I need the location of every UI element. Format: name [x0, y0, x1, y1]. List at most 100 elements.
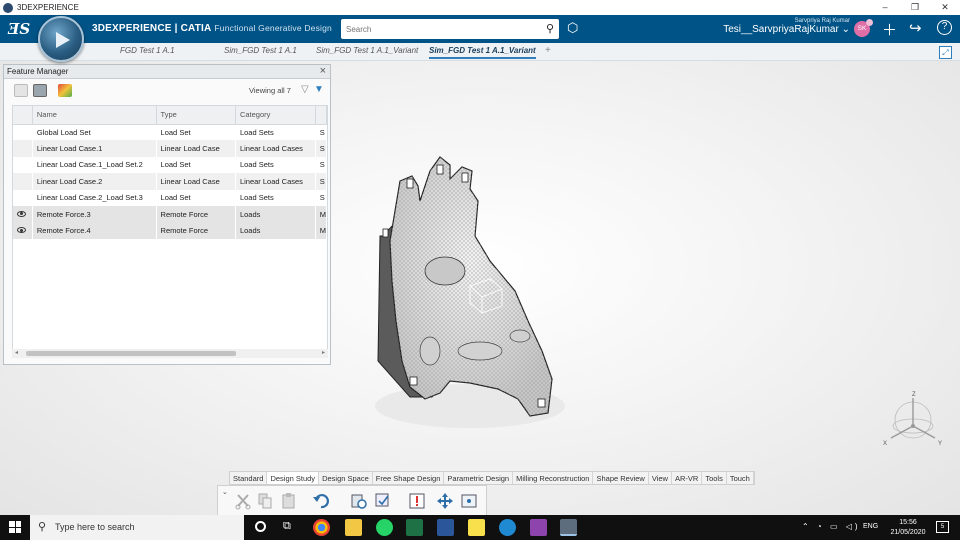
tab-fgd-test[interactable]: FGD Test 1 A.1: [120, 46, 175, 55]
model-filter-icon[interactable]: [14, 84, 28, 97]
visibility-cell[interactable]: [13, 124, 33, 141]
column-header-type[interactable]: Type: [156, 106, 236, 125]
category-cell: Load Sets: [235, 189, 316, 206]
table-row[interactable]: Linear Load Case.1_Load Set.2 Load Set Loa…: [13, 156, 327, 174]
copy-icon[interactable]: [256, 492, 274, 510]
chrome-icon[interactable]: [313, 519, 330, 536]
horizontal-scrollbar[interactable]: ◂ ▸: [12, 349, 328, 358]
search-box[interactable]: ⚲: [341, 19, 559, 39]
excel-icon[interactable]: [406, 519, 423, 536]
avatar[interactable]: SK: [854, 19, 873, 37]
section-tab-standard[interactable]: Standard: [230, 472, 268, 484]
feature-table: Name Type Category Global Load Set Load S…: [12, 105, 328, 353]
windows-start-icon[interactable]: [9, 521, 21, 533]
close-icon[interactable]: ×: [320, 65, 326, 77]
table-row[interactable]: Remote Force.3 Remote Force Loads M: [13, 205, 327, 223]
table-row[interactable]: Linear Load Case.2 Linear Load Case Linear…: [13, 173, 327, 190]
paste-icon[interactable]: [280, 492, 298, 510]
dassault-logo-icon[interactable]: ƎS: [8, 20, 30, 38]
close-button[interactable]: ✕: [930, 0, 960, 15]
table-row[interactable]: Linear Load Case.1 Linear Load Case Linear…: [13, 140, 327, 157]
table-row[interactable]: Remote Force.4 Remote Force Loads M: [13, 222, 327, 239]
file-explorer-icon[interactable]: [345, 519, 362, 536]
tab-sim-fgd-variant-active[interactable]: Sim_FGD Test 1 A.1_Variant: [429, 46, 536, 59]
section-tab-parametric-design[interactable]: Parametric Design: [444, 472, 514, 484]
section-tab-shape-review[interactable]: Shape Review: [593, 472, 649, 484]
scrollbar-thumb[interactable]: [26, 351, 236, 356]
user-info[interactable]: Sarvpriya Raj Kumar Tesi__SarvpriyaRajKu…: [723, 18, 850, 35]
visibility-cell[interactable]: [13, 205, 33, 223]
compass-icon[interactable]: [38, 16, 84, 62]
fullscreen-icon[interactable]: ⤢: [939, 46, 952, 59]
tab-sim-fgd-test[interactable]: Sim_FGD Test 1 A.1: [224, 46, 297, 55]
validation-icon[interactable]: [408, 492, 426, 510]
frame-icon[interactable]: [460, 492, 478, 510]
search-input[interactable]: [341, 19, 531, 39]
mesh-check-icon[interactable]: [374, 492, 392, 510]
taskbar-search[interactable]: ⚲ Type here to search: [30, 515, 244, 540]
table-header-row: Name Type Category: [13, 106, 327, 125]
restore-button[interactable]: ❐: [900, 0, 930, 15]
action-bar-tools: ⌄: [217, 485, 487, 515]
eye-icon[interactable]: [17, 210, 26, 217]
tag-icon[interactable]: ⬡: [567, 20, 578, 36]
sticky-notes-icon[interactable]: [468, 519, 485, 536]
task-view-icon[interactable]: ⧉: [283, 520, 291, 533]
edge-icon[interactable]: [499, 519, 516, 536]
add-tab-button[interactable]: +: [545, 45, 551, 56]
scroll-right-icon[interactable]: ▸: [322, 349, 325, 356]
word-icon[interactable]: [437, 519, 454, 536]
section-tab-tools[interactable]: Tools: [702, 472, 727, 484]
filter-settings-icon[interactable]: ▼: [314, 84, 324, 95]
search-icon[interactable]: ⚲: [546, 22, 554, 35]
cortana-icon[interactable]: [255, 521, 266, 532]
help-icon[interactable]: ?: [937, 20, 952, 35]
axis-triad[interactable]: Z X Y: [883, 388, 943, 448]
section-tab-design-space[interactable]: Design Space: [319, 472, 373, 484]
clock[interactable]: 15:56 21/05/2020: [888, 518, 928, 538]
table-row[interactable]: Linear Load Case.2_Load Set.3 Load Set Loa…: [13, 189, 327, 206]
type-cell: Load Set: [156, 124, 236, 141]
axis-y-label: Y: [938, 441, 942, 447]
table-row[interactable]: Global Load Set Load Set Load Sets S: [13, 124, 327, 141]
section-tab-milling-reconstruction[interactable]: Milling Reconstruction: [513, 472, 594, 484]
visibility-cell[interactable]: [13, 189, 33, 206]
tray-icons[interactable]: ⌃ ◔ ▭ ◁): [802, 522, 861, 531]
add-icon[interactable]: ＋: [882, 19, 897, 40]
filter-icon[interactable]: ▽: [301, 84, 309, 95]
share-icon[interactable]: ↪: [909, 19, 922, 37]
visibility-cell[interactable]: [13, 140, 33, 157]
move-icon[interactable]: [436, 492, 454, 510]
visibility-column-header[interactable]: [13, 106, 33, 125]
section-tab-design-study[interactable]: Design Study: [267, 472, 320, 484]
loads-filter-icon[interactable]: [33, 84, 47, 97]
section-tab-view[interactable]: View: [649, 472, 672, 484]
column-header-name[interactable]: Name: [32, 106, 157, 125]
name-cell: Linear Load Case.2: [32, 173, 157, 190]
section-tab-free-shape-design[interactable]: Free Shape Design: [373, 472, 445, 484]
section-tab-touch[interactable]: Touch: [727, 472, 754, 484]
whatsapp-icon[interactable]: [376, 519, 393, 536]
eye-icon[interactable]: [17, 227, 26, 234]
undo-icon[interactable]: [312, 492, 330, 510]
section-tab-ar-vr[interactable]: AR-VR: [672, 472, 703, 484]
visibility-cell[interactable]: [13, 222, 33, 239]
chevron-down-icon[interactable]: ⌄: [222, 488, 228, 496]
column-header-extra[interactable]: [315, 106, 327, 125]
cut-icon[interactable]: [234, 492, 252, 510]
language-indicator[interactable]: ENG: [863, 523, 878, 530]
3dexperience-taskbar-icon[interactable]: [560, 519, 577, 536]
scroll-left-icon[interactable]: ◂: [15, 349, 18, 356]
extra-cell: S: [315, 156, 327, 174]
notification-center-icon[interactable]: 5: [936, 521, 949, 533]
design-study-icon[interactable]: [350, 492, 368, 510]
app-icon[interactable]: [530, 519, 547, 536]
name-cell: Remote Force.4: [32, 222, 157, 239]
results-filter-icon[interactable]: [58, 84, 72, 97]
minimize-button[interactable]: –: [870, 0, 900, 15]
tab-sim-fgd-variant[interactable]: Sim_FGD Test 1 A.1_Variant: [316, 46, 418, 55]
visibility-cell[interactable]: [13, 173, 33, 190]
feature-manager-title: Feature Manager: [7, 67, 69, 76]
column-header-category[interactable]: Category: [235, 106, 316, 125]
visibility-cell[interactable]: [13, 156, 33, 174]
